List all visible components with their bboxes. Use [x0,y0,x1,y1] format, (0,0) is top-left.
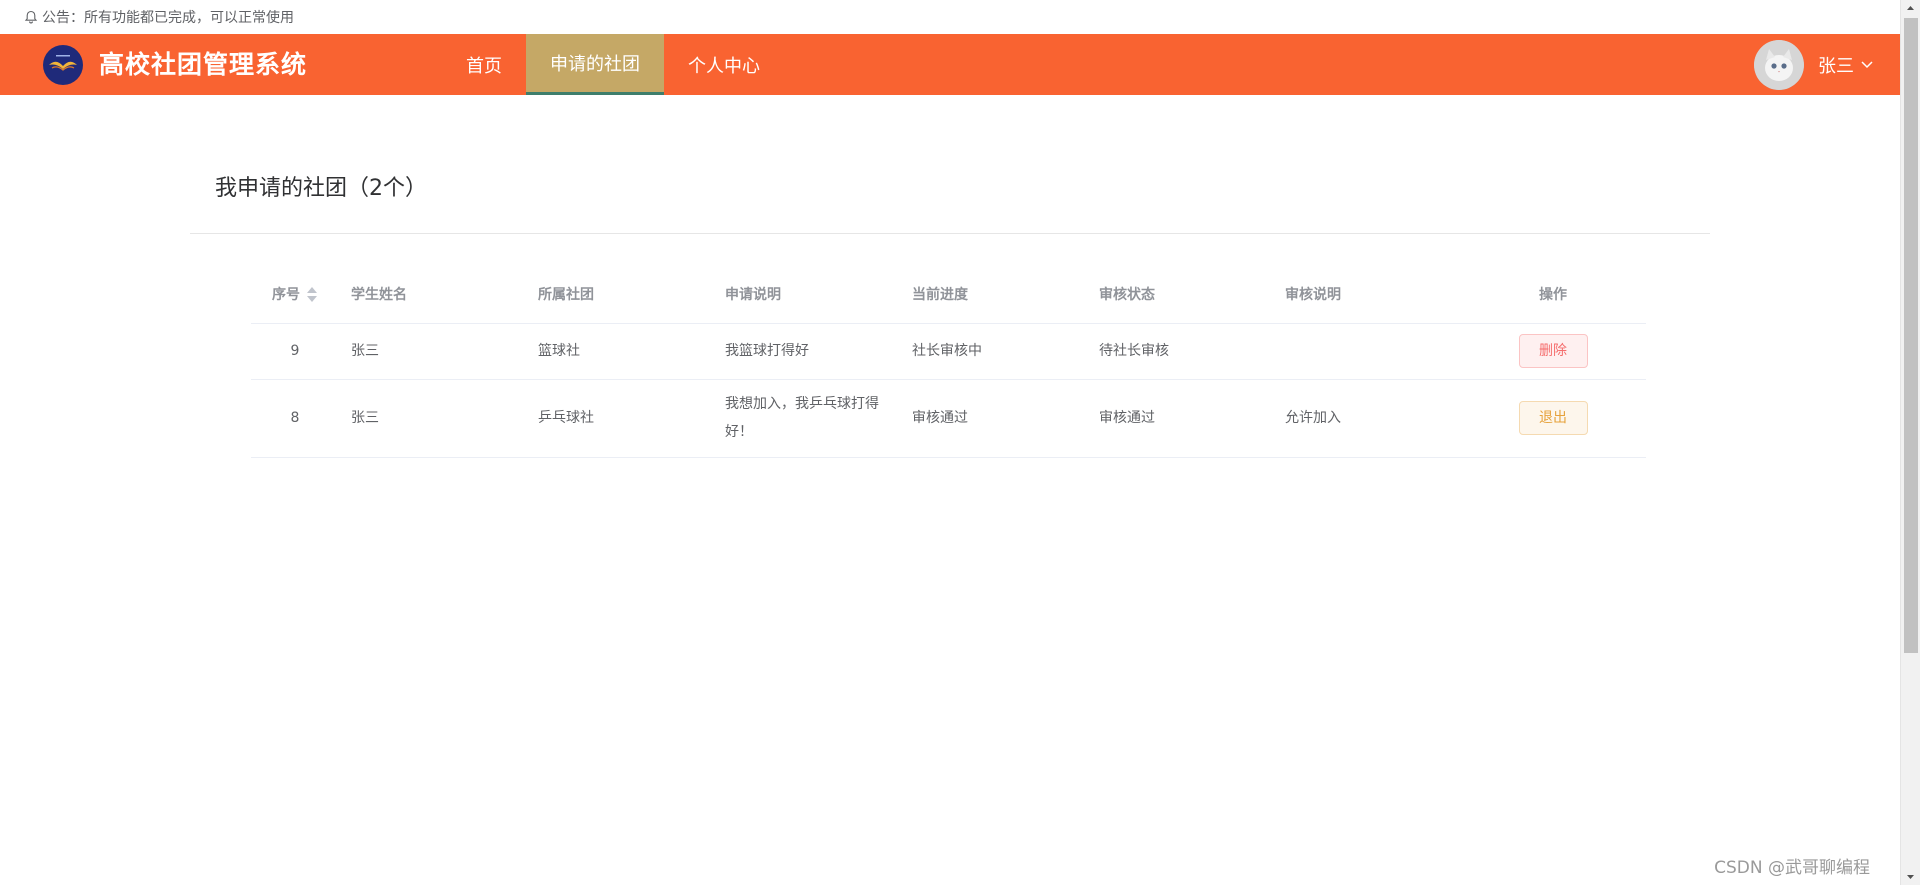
scrollbar-thumb[interactable] [1904,18,1918,653]
scroll-up-arrow-icon[interactable] [1901,0,1920,17]
col-header-progress: 当前进度 [900,266,1087,324]
page: 公告：所有功能都已完成，可以正常使用 高校社团管理系统 首页 申请的社团 个人中… [0,0,1900,885]
cell-action: 删除 [1460,323,1646,380]
col-header-action: 操作 [1460,266,1646,324]
user-menu[interactable]: 张三 [1754,40,1874,90]
top-header: 高校社团管理系统 首页 申请的社团 个人中心 张三 [0,34,1900,95]
vertical-scrollbar[interactable] [1900,0,1920,885]
table-row: 8 张三 乒乓球社 我想加入，我乒乓球打得好！ 审核通过 审核通过 允许加入 退… [251,379,1646,458]
cell-student: 张三 [339,323,526,380]
notice-text: 公告：所有功能都已完成，可以正常使用 [42,10,294,26]
watermark: CSDN @武哥聊编程 [1714,858,1870,878]
cell-progress: 社长审核中 [900,323,1087,380]
table-header-row: 序号 学生姓名 所属社团 申请说明 当前进度 审核状态 审核说明 操作 [251,266,1646,324]
col-header-reason: 申请说明 [713,266,900,324]
avatar [1754,40,1804,90]
cell-note: 允许加入 [1273,379,1460,458]
cell-reason: 我篮球打得好 [713,323,900,380]
logo [43,45,83,85]
col-header-id[interactable]: 序号 [251,266,339,324]
page-title: 我申请的社团（2个） [215,176,427,201]
nav-item-profile[interactable]: 个人中心 [664,34,784,95]
notice-bar: 公告：所有功能都已完成，可以正常使用 [0,0,1900,34]
quit-button[interactable]: 退出 [1518,401,1588,435]
cell-reason: 我想加入，我乒乓球打得好！ [713,379,900,458]
chevron-down-icon [1860,56,1874,75]
divider [190,233,1710,234]
nav-item-applied-clubs[interactable]: 申请的社团 [526,34,664,95]
cell-id: 8 [251,379,339,458]
col-header-label: 序号 [272,287,300,304]
cell-student: 张三 [339,379,526,458]
site-title: 高校社团管理系统 [99,50,308,79]
cell-action: 退出 [1460,379,1646,458]
cell-progress: 审核通过 [900,379,1087,458]
cell-note [1273,323,1460,380]
nav-item-home[interactable]: 首页 [442,34,526,95]
delete-button[interactable]: 删除 [1518,334,1588,368]
table-row: 9 张三 篮球社 我篮球打得好 社长审核中 待社长审核 删除 [251,323,1646,380]
col-header-student: 学生姓名 [339,266,526,324]
main-nav: 首页 申请的社团 个人中心 [442,34,784,95]
applications-table: 序号 学生姓名 所属社团 申请说明 当前进度 审核状态 审核说明 操作 9 张三… [251,266,1646,458]
nav-label: 个人中心 [688,55,760,77]
cell-status: 待社长审核 [1087,323,1273,380]
cell-status: 审核通过 [1087,379,1273,458]
sort-icon[interactable] [306,286,318,304]
col-header-status: 审核状态 [1087,266,1273,324]
nav-label: 首页 [466,55,502,77]
col-header-note: 审核说明 [1273,266,1460,324]
scroll-down-arrow-icon[interactable] [1901,868,1920,885]
cell-club: 乒乓球社 [526,379,713,458]
bell-icon [24,10,38,24]
col-header-club: 所属社团 [526,266,713,324]
cell-id: 9 [251,323,339,380]
nav-label: 申请的社团 [550,54,640,75]
user-name: 张三 [1818,56,1854,77]
cell-club: 篮球社 [526,323,713,380]
